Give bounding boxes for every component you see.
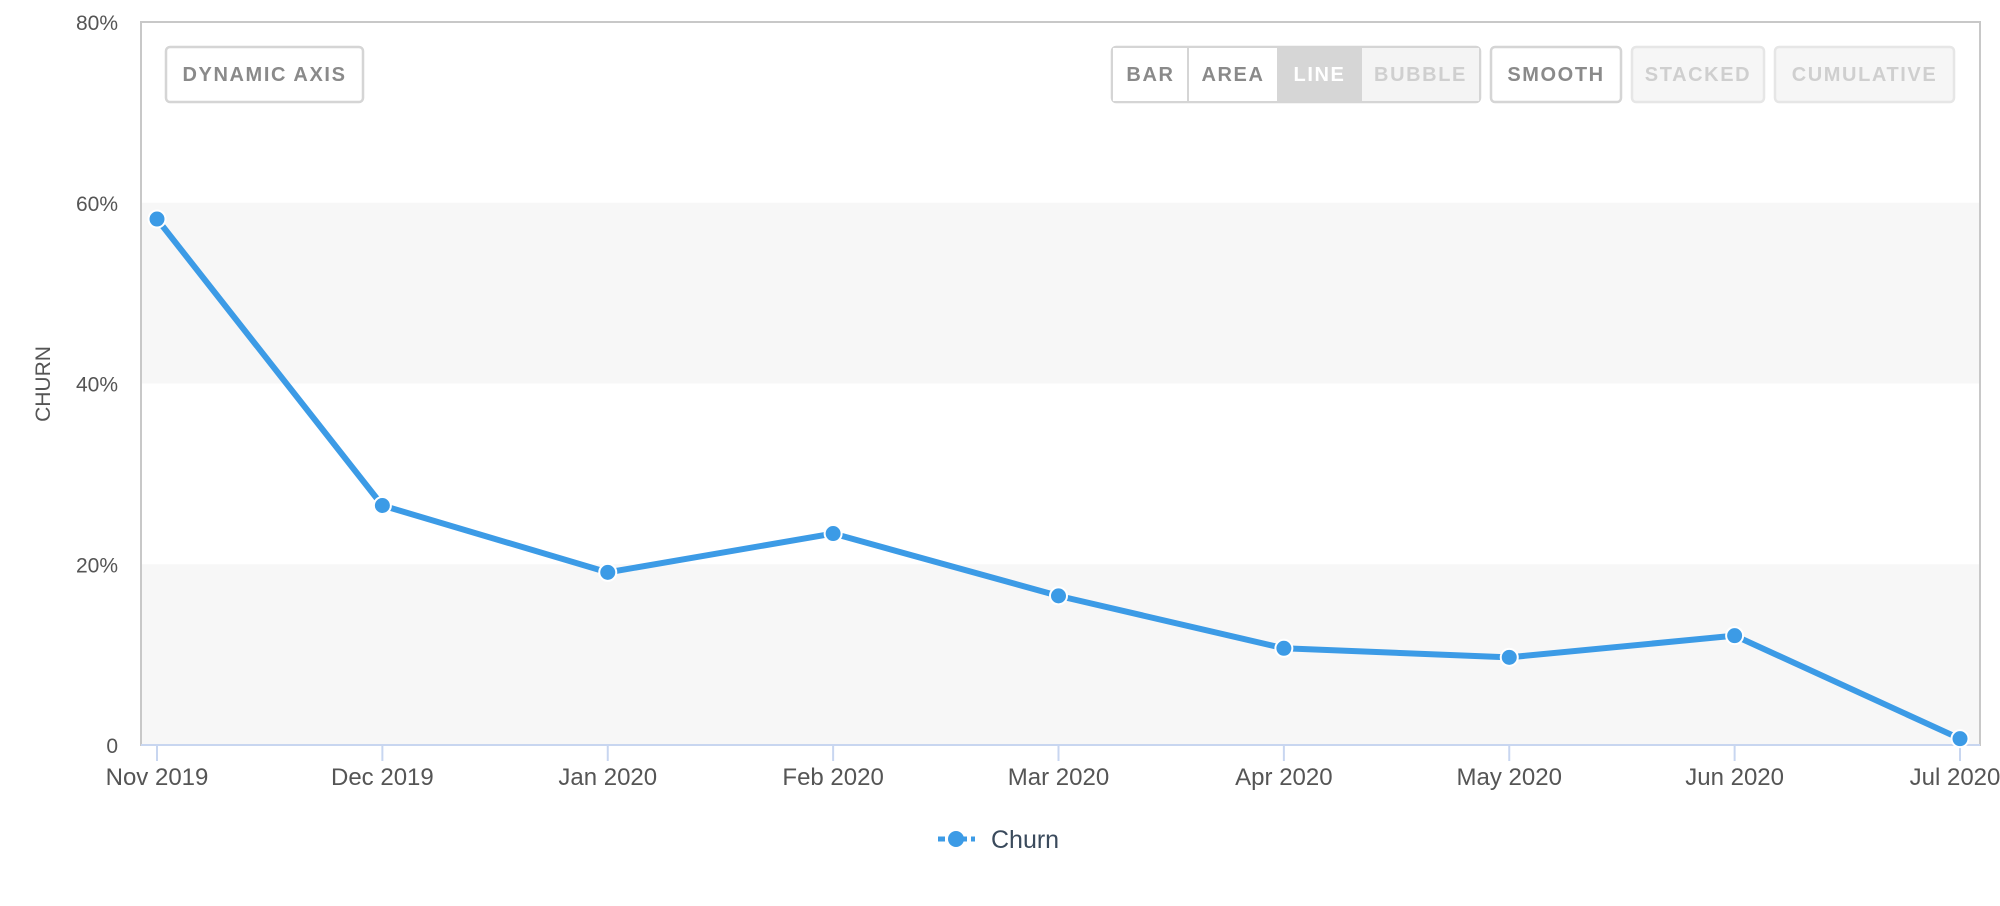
y-tick-label: 20% <box>76 554 118 577</box>
x-tick-label: Feb 2020 <box>782 764 883 791</box>
x-tick-label: Dec 2019 <box>331 764 434 791</box>
cumulative-button[interactable]: CUMULATIVE <box>1773 45 1956 104</box>
x-axis: Nov 2019 Dec 2019 Jan 2020 Feb 2020 Mar 2020… <box>106 744 2000 791</box>
legend-marker-icon <box>948 831 964 847</box>
stacked-label: STACKED <box>1645 64 1751 86</box>
y-tick-label: 0 <box>106 735 118 758</box>
x-tick-label: May 2020 <box>1457 764 1562 791</box>
area-button[interactable]: AREA <box>1189 48 1277 101</box>
x-tick-label: Mar 2020 <box>1008 764 1109 791</box>
x-tick-label: Jan 2020 <box>558 764 657 791</box>
data-point <box>1049 586 1068 606</box>
y-axis-title: CHURN <box>32 346 55 422</box>
stacked-button[interactable]: STACKED <box>1630 45 1766 104</box>
cumulative-label: CUMULATIVE <box>1792 64 1938 86</box>
x-tick-label: Nov 2019 <box>106 764 209 791</box>
y-tick-label: 80% <box>76 12 118 35</box>
dynamic-axis-button[interactable]: DYNAMIC AXIS <box>164 45 365 104</box>
y-tick-label: 40% <box>76 374 118 397</box>
data-point <box>823 524 843 544</box>
smooth-label: SMOOTH <box>1507 64 1604 86</box>
legend-series-label: Churn <box>991 826 1059 854</box>
churn-chart: 0 20% 40% 60% 80% CHURN Nov 2019 Dec 2019 Jan … <box>0 0 2000 901</box>
line-label: LINE <box>1294 64 1346 86</box>
data-point <box>147 209 167 229</box>
bubble-button[interactable]: BUBBLE <box>1362 48 1479 101</box>
x-tick-label: Apr 2020 <box>1235 764 1332 791</box>
data-point <box>1499 647 1519 667</box>
data-point <box>1274 638 1294 658</box>
plot-background-bands <box>141 202 1980 745</box>
legend[interactable]: Churn <box>938 826 1059 854</box>
line-button[interactable]: LINE <box>1277 48 1362 101</box>
bar-button[interactable]: BAR <box>1113 48 1188 101</box>
x-tick-label: Jun 2020 <box>1685 764 1784 791</box>
data-point <box>372 496 392 516</box>
area-label: AREA <box>1201 64 1264 86</box>
bar-label: BAR <box>1126 64 1174 86</box>
chart-svg: 0 20% 40% 60% 80% CHURN Nov 2019 Dec 2019 Jan … <box>32 12 2000 854</box>
bubble-label: BUBBLE <box>1374 64 1467 86</box>
dynamic-axis-label: DYNAMIC AXIS <box>182 64 346 86</box>
x-tick-label: Jul 2020 <box>1910 764 2000 791</box>
data-point <box>1725 626 1745 646</box>
y-axis: 0 20% 40% 60% 80% <box>76 12 118 758</box>
y-tick-label: 60% <box>76 193 118 216</box>
data-point <box>1950 729 1970 749</box>
data-point <box>598 562 618 582</box>
grid-band <box>141 202 1980 384</box>
smooth-button[interactable]: SMOOTH <box>1489 45 1623 104</box>
